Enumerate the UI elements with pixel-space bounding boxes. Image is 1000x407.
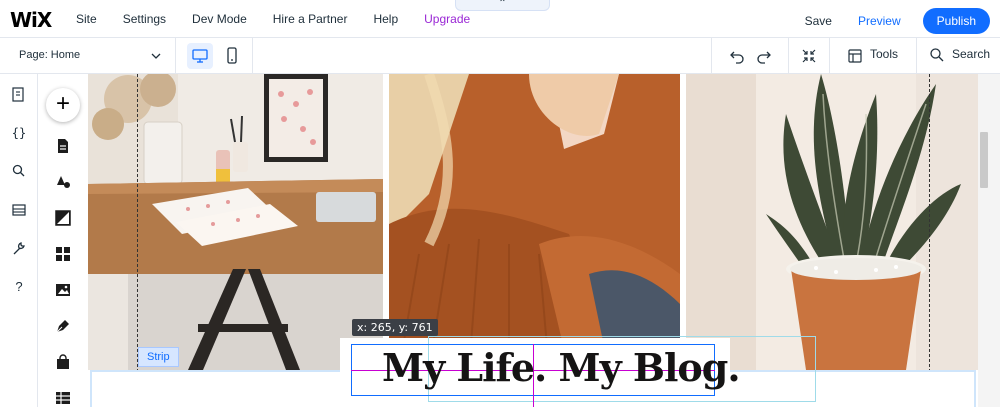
menu-settings[interactable]: Settings <box>123 12 166 26</box>
search-icon[interactable] <box>929 47 945 63</box>
mobile-view-button[interactable] <box>219 43 245 69</box>
strip-label[interactable]: Strip <box>138 347 179 367</box>
store-bag-icon[interactable] <box>55 354 71 370</box>
divider <box>175 38 176 74</box>
undo-icon[interactable] <box>728 47 746 65</box>
help-icon[interactable]: ? <box>11 279 27 295</box>
add-panel-bar: + <box>38 74 88 407</box>
canvas-scroll-thumb[interactable] <box>980 132 988 188</box>
wrench-icon[interactable] <box>11 241 27 257</box>
divider <box>252 38 253 74</box>
canvas-scrollbar[interactable] <box>978 74 1000 407</box>
table-grid-icon[interactable] <box>55 390 71 406</box>
page-icon[interactable] <box>55 138 71 154</box>
tools-icon[interactable] <box>847 48 863 64</box>
table-icon[interactable] <box>12 203 26 217</box>
menu-hire-partner[interactable]: Hire a Partner <box>273 12 348 26</box>
desktop-icon <box>192 49 208 63</box>
search-icon[interactable] <box>12 164 26 178</box>
menu-help[interactable]: Help <box>373 12 398 26</box>
coordinate-tooltip: x: 265, y: 761 <box>352 319 438 336</box>
tools-button[interactable]: Tools <box>870 47 898 61</box>
menu-site[interactable]: Site <box>76 12 97 26</box>
site-headline[interactable]: My Life. My Blog. <box>382 345 741 390</box>
menu-upgrade[interactable]: Upgrade <box>424 12 470 26</box>
gallery-image-desk[interactable] <box>88 74 383 370</box>
gallery-image-plant[interactable] <box>686 74 978 370</box>
editor-toolbar: Page: Home Tools Search <box>0 38 1000 74</box>
search-button[interactable]: Search <box>952 47 990 61</box>
background-icon[interactable] <box>55 210 71 226</box>
divider <box>711 38 712 74</box>
desktop-view-button[interactable] <box>187 43 213 69</box>
left-utility-bar: {} ? <box>0 74 38 407</box>
media-icon[interactable] <box>55 282 71 298</box>
top-nav: Site Settings Dev Mode Hire a Partner He… <box>76 12 496 26</box>
redo-icon[interactable] <box>755 47 773 65</box>
add-element-button[interactable]: + <box>46 88 80 122</box>
grid-guide-right <box>929 74 930 407</box>
top-actions: Save Preview Publish <box>805 8 990 34</box>
preview-button[interactable]: Preview <box>858 14 901 28</box>
zoom-out-icon[interactable] <box>800 47 818 65</box>
wix-logo[interactable]: WiX <box>10 8 52 32</box>
design-icon[interactable] <box>55 174 71 190</box>
apps-icon[interactable] <box>55 246 71 262</box>
save-button[interactable]: Save <box>805 14 832 28</box>
mobile-icon <box>227 47 237 64</box>
divider <box>788 38 789 74</box>
plant-photo-art <box>686 74 978 370</box>
page-selector[interactable]: Page: Home <box>19 49 80 61</box>
chevron-down-icon[interactable] <box>150 50 162 62</box>
desk-photo-art <box>88 74 383 370</box>
divider <box>829 38 830 74</box>
top-bar: WiX Site Settings Dev Mode Hire a Partne… <box>0 0 1000 38</box>
publish-button[interactable]: Publish <box>922 8 990 34</box>
divider <box>916 38 917 74</box>
menu-dev-mode[interactable]: Dev Mode <box>192 12 247 26</box>
collapse-toolbar-handle[interactable]: ⌃ <box>455 0 550 11</box>
code-icon[interactable]: {} <box>11 125 27 141</box>
pen-icon[interactable] <box>55 318 71 334</box>
pages-icon[interactable] <box>11 86 27 104</box>
